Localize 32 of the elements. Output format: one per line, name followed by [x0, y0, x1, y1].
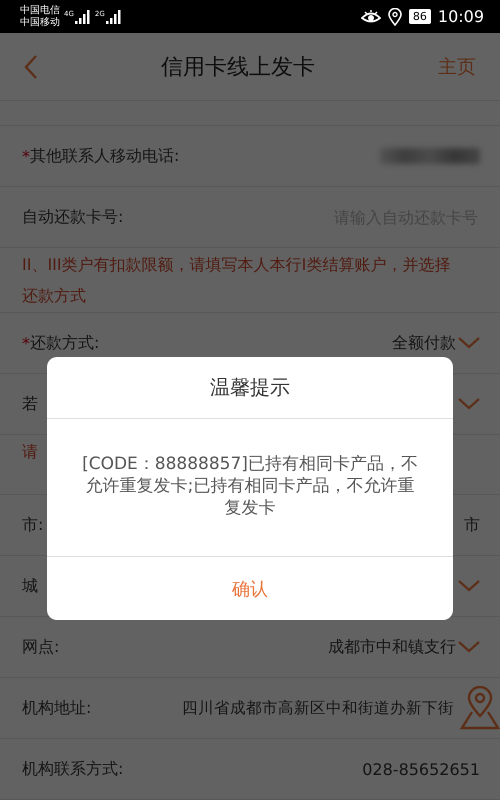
field-label: 若 [22, 394, 38, 414]
dropdown-value[interactable]: 全额付款 [392, 332, 456, 354]
field-label: 机构地址: [22, 698, 92, 718]
field-value: 028-85652651 [362, 760, 480, 778]
field-label: 城 [22, 576, 38, 596]
dialog-message: [CODE：88888857]已持有相同卡产品，不允许重复发卡;已持有相同卡产品，不允许重复发卡 [47, 419, 453, 557]
carrier-name: 中国移动 [20, 16, 60, 28]
battery-level: 86 [408, 9, 431, 24]
required-mark: * [22, 146, 30, 166]
location-icon [388, 8, 402, 26]
field-label: 其他联系人移动电话: [30, 146, 180, 166]
field-label: 市: [22, 514, 44, 536]
dropdown-value[interactable]: 成都市中和镇支行 [328, 636, 456, 658]
clock-time: 10:09 [438, 7, 484, 26]
back-icon [24, 54, 38, 80]
signal-icon [74, 10, 91, 24]
eye-icon [360, 8, 381, 24]
page-title: 信用卡线上发卡 [161, 54, 315, 82]
notice-text: II、III类户有扣款限额，请填写本人本行I类结算账户，并选择还款方式 [0, 248, 500, 313]
dialog-title: 温馨提示 [47, 357, 453, 419]
carrier-name: 中国电信 [20, 4, 60, 16]
field-label: 机构联系方式: [22, 758, 124, 780]
field-label: 还款方式: [30, 332, 100, 354]
field-label: 自动还款卡号: [22, 206, 124, 228]
field-value: 市 [464, 514, 480, 536]
field-label: 网点: [22, 636, 60, 658]
home-link[interactable]: 主页 [438, 54, 476, 80]
field-value: 四川省成都市高新区中和街道办新下街 [182, 698, 454, 718]
confirm-button[interactable]: 确认 [47, 557, 453, 620]
signal-icon [106, 10, 122, 24]
back-button[interactable] [24, 54, 38, 80]
required-mark: * [22, 334, 30, 352]
